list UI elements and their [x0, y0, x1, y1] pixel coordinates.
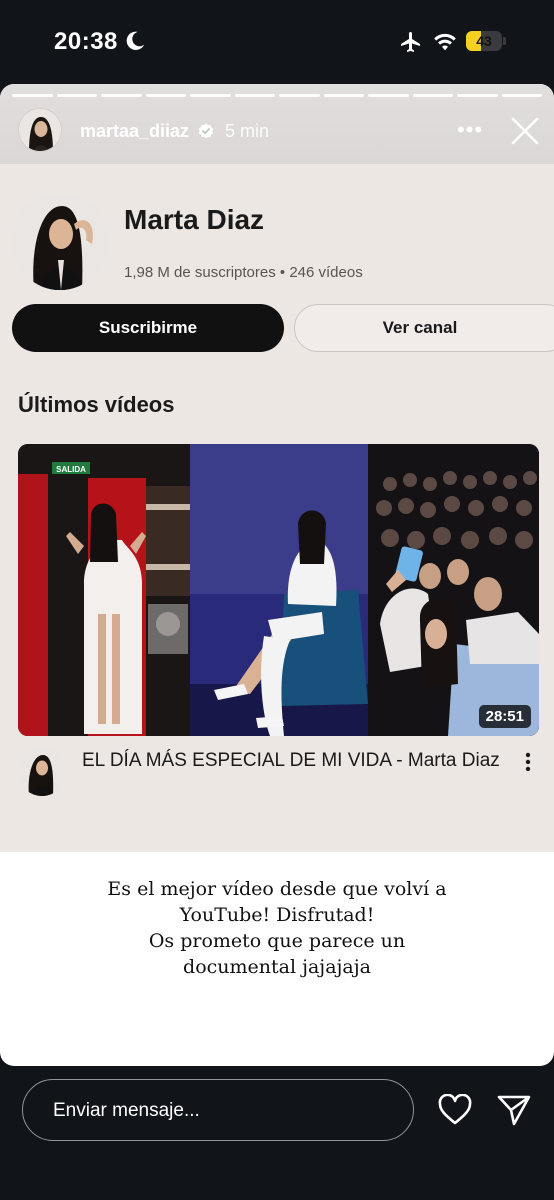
- story-progress-segment: [234, 94, 275, 97]
- latest-videos-heading: Últimos vídeos: [18, 392, 175, 417]
- verified-badge-icon: [198, 123, 214, 139]
- story-progress-segment: [501, 94, 542, 97]
- channel-name[interactable]: Marta Diaz: [124, 204, 264, 236]
- video-duration: 28:51: [478, 705, 531, 728]
- caption-line: Os prometo que parece un: [148, 930, 406, 952]
- status-time: 20:38: [54, 28, 118, 55]
- video-title[interactable]: EL DÍA MÁS ESPECIAL DE MI VIDA - Marta D…: [82, 748, 502, 774]
- caption-line: documental jajajaja: [183, 956, 371, 978]
- airplane-icon: [401, 32, 420, 52]
- story-progress-segment: [190, 94, 231, 97]
- more-vertical-icon[interactable]: [520, 750, 536, 774]
- video-thumbnail[interactable]: SALIDA 28:51: [18, 444, 539, 736]
- story-user-avatar[interactable]: [18, 108, 62, 152]
- status-bar: 20:38 43: [0, 0, 554, 84]
- battery-icon: 43: [466, 31, 506, 51]
- moon-icon: [126, 31, 145, 50]
- story-caption: Es el mejor vídeo desde que volví a YouT…: [0, 876, 554, 980]
- view-channel-button[interactable]: Ver canal: [294, 304, 554, 352]
- caption-line: YouTube! Disfrutad!: [179, 904, 375, 926]
- heart-icon[interactable]: [437, 1094, 473, 1126]
- subscribe-button[interactable]: Suscribirme: [12, 304, 284, 352]
- exit-sign-label: SALIDA: [56, 465, 86, 474]
- story-progress-segment: [323, 94, 364, 97]
- battery-level: 43: [476, 33, 492, 49]
- video-channel-avatar[interactable]: [18, 748, 66, 796]
- story-progress-segment: [412, 94, 453, 97]
- more-horizontal-icon[interactable]: •••: [457, 119, 483, 141]
- story-timestamp: 5 min: [225, 121, 270, 141]
- reply-placeholder: Enviar mensaje...: [53, 1100, 200, 1121]
- send-icon[interactable]: [496, 1092, 532, 1128]
- channel-avatar[interactable]: [12, 194, 108, 290]
- channel-stats: 1,98 M de suscriptores • 246 vídeos: [124, 264, 363, 281]
- story-username[interactable]: martaa_diiaz: [80, 121, 189, 142]
- story-progress-bar: [12, 94, 542, 97]
- story-progress-segment: [457, 94, 498, 97]
- story-header: martaa_diiaz 5 min •••: [0, 84, 554, 164]
- wifi-icon: [434, 33, 456, 51]
- story-progress-segment: [56, 94, 97, 97]
- story-progress-segment: [279, 94, 320, 97]
- story-progress-segment: [12, 94, 53, 97]
- caption-line: Es el mejor vídeo desde que volví a: [107, 878, 447, 900]
- story-progress-segment: [368, 94, 409, 97]
- story-progress-segment: [101, 94, 142, 97]
- shared-channel-card: Marta Diaz 1,98 M de suscriptores • 246 …: [0, 164, 554, 852]
- story-progress-segment: [145, 94, 186, 97]
- story-viewer[interactable]: martaa_diiaz 5 min ••• Marta Diaz 1,98 M…: [0, 84, 554, 1066]
- reply-input[interactable]: Enviar mensaje...: [22, 1079, 414, 1141]
- close-icon[interactable]: [510, 116, 540, 146]
